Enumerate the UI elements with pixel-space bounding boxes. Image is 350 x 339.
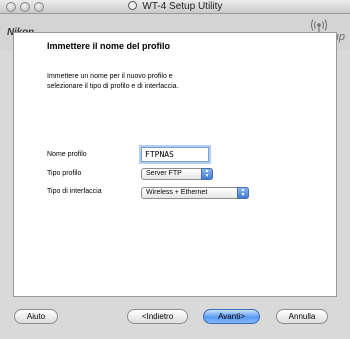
profile-type-label: Tipo profilo — [47, 170, 82, 177]
profile-name-field[interactable]: FTPNAS — [141, 147, 209, 162]
window-title: WT-4 Setup Utility — [142, 1, 223, 12]
profile-type-value: Server FTP — [146, 170, 182, 177]
back-button[interactable]: <Indietro — [127, 309, 188, 324]
up-down-arrows-icon: ▲ ▼ — [237, 187, 249, 199]
next-button[interactable]: Avanti> — [203, 309, 260, 324]
page-description: Immettere un nome per il nuovo profilo e… — [47, 72, 267, 92]
window-title-container: WT-4 Setup Utility — [0, 1, 350, 12]
description-line-2: selezionare il tipo di profilo e di inte… — [47, 83, 179, 90]
profile-type-select[interactable]: Server FTP ▲ ▼ — [141, 168, 213, 180]
window-titlebar: WT-4 Setup Utility — [0, 0, 350, 14]
interface-type-select[interactable]: Wireless + Ethernet ▲ ▼ — [141, 187, 249, 199]
cancel-button[interactable]: Annulla — [276, 309, 328, 324]
interface-type-value: Wireless + Ethernet — [146, 189, 208, 196]
help-button[interactable]: Aiuto — [14, 309, 58, 324]
wt4-app-icon — [127, 1, 137, 10]
description-line-1: Immettere un nome per il nuovo profilo e — [47, 73, 173, 80]
interface-type-label: Tipo di interfaccia — [47, 188, 102, 195]
up-down-arrows-icon: ▲ ▼ — [201, 168, 213, 180]
profile-name-label: Nome profilo — [47, 151, 87, 158]
page-title: Immettere il nome del profilo — [47, 41, 171, 51]
